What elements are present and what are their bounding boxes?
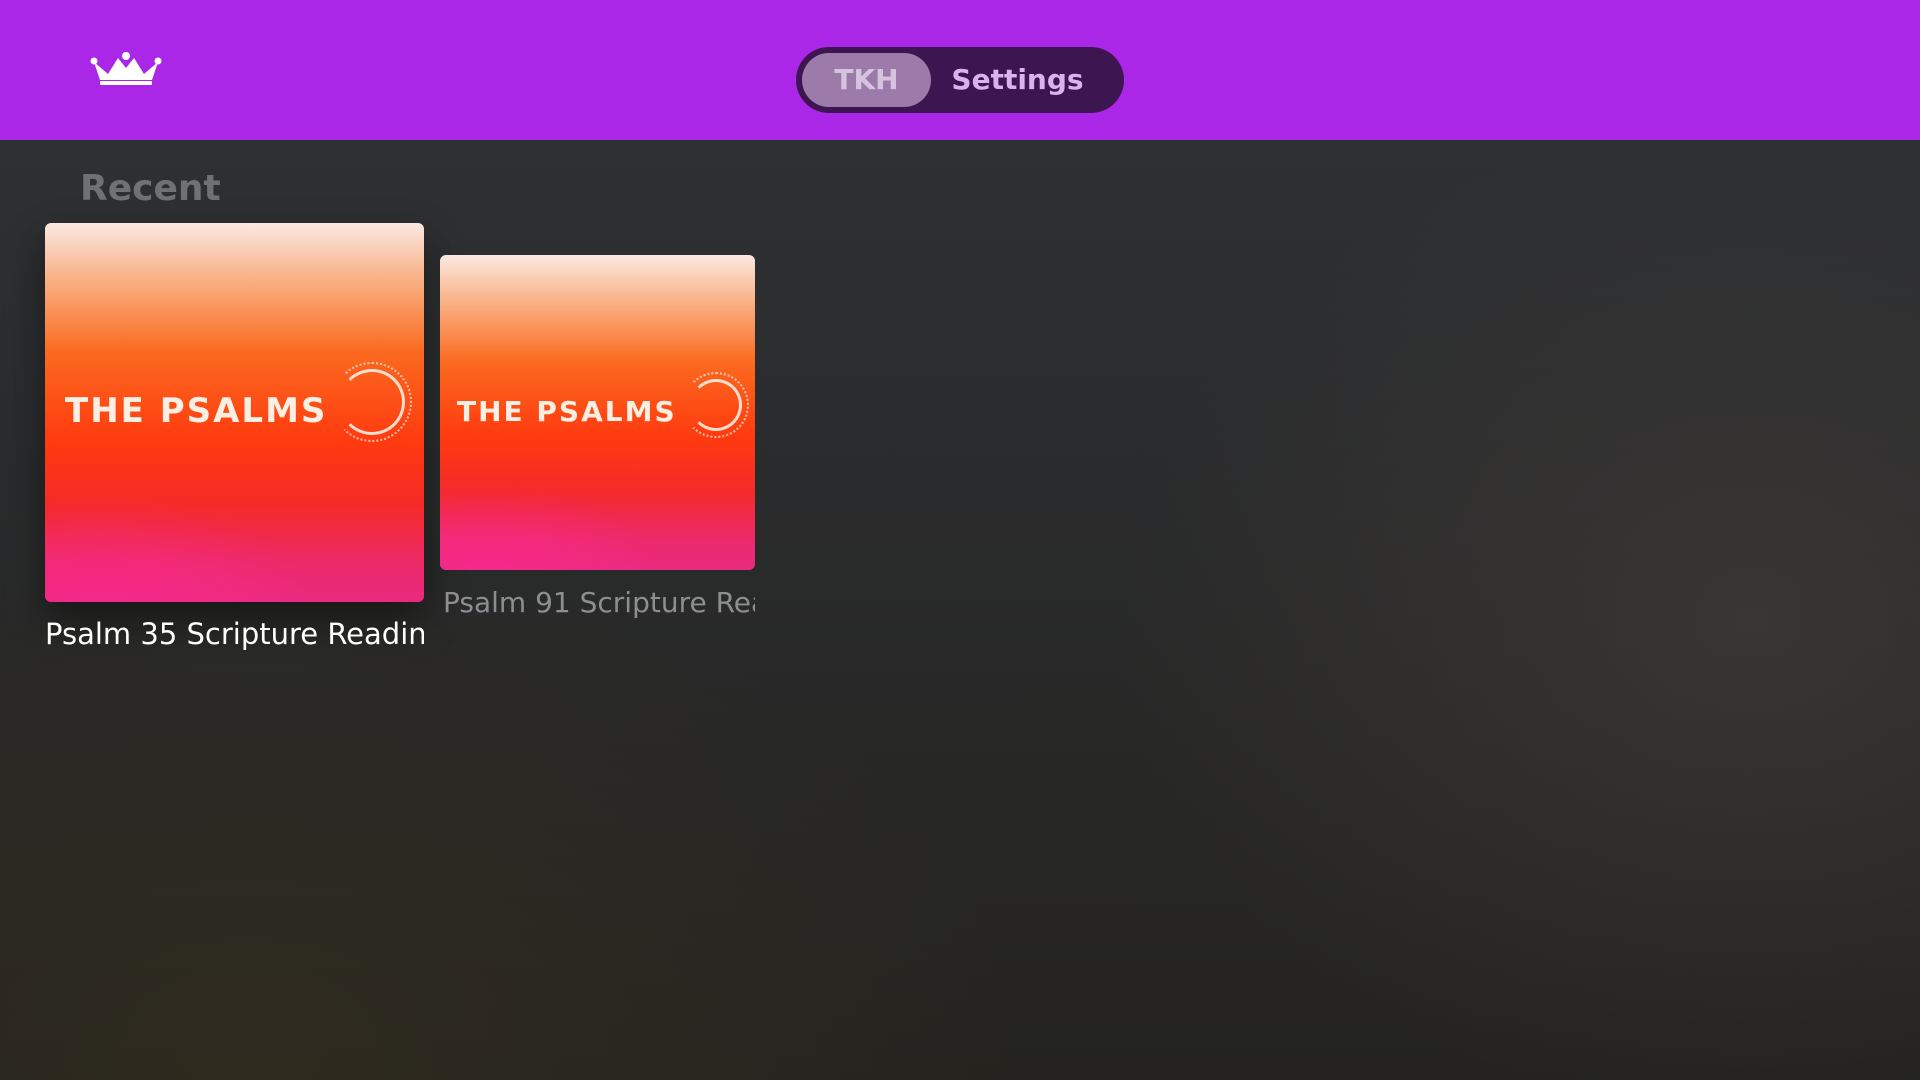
tab-tkh[interactable]: TKH — [802, 53, 931, 107]
artwork-thumbnail: THE PSALMS — [440, 255, 755, 570]
artwork-seal-icon — [332, 362, 412, 442]
item-title: Psalm 91 Scripture Reading — [443, 586, 755, 619]
tab-bar: TKH Settings — [796, 47, 1124, 113]
section-title-recent: Recent — [80, 168, 221, 209]
item-title: Psalm 35 Scripture Reading — [45, 617, 424, 651]
tab-settings[interactable]: Settings — [941, 53, 1094, 107]
crown-icon[interactable] — [90, 50, 162, 86]
artwork-thumbnail: THE PSALMS — [45, 223, 424, 602]
artwork-seal-icon — [683, 372, 749, 438]
top-nav-bar: TKH Settings — [0, 0, 1920, 140]
